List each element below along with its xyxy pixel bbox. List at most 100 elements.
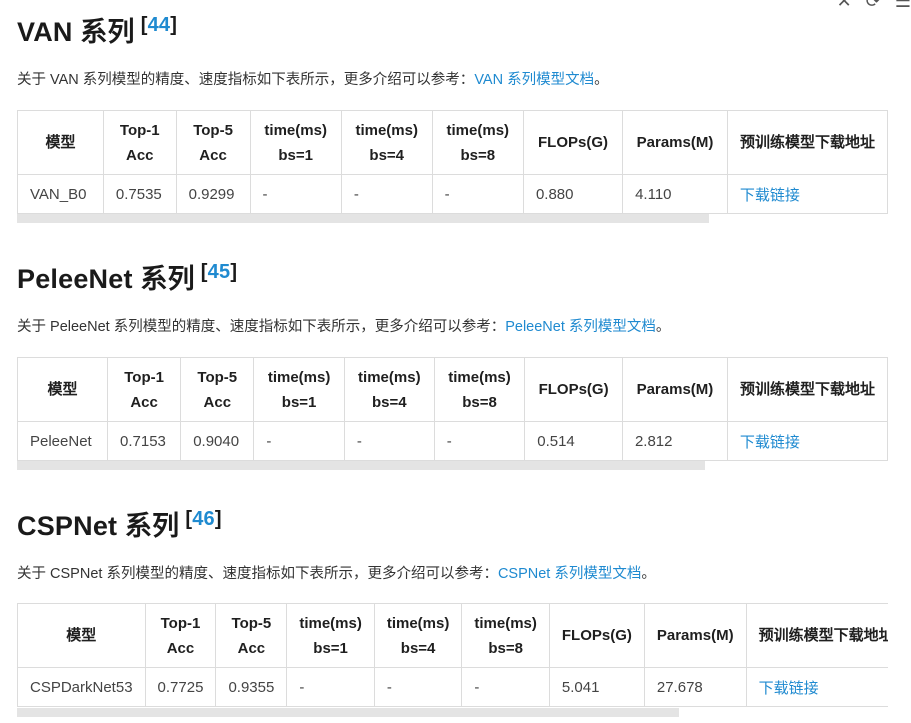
table-container: 模型 Top-1 Acc Top-5 Acc time(ms) bs=1 time(ms) bs… [17,357,888,461]
close-icon[interactable]: ✕ [837,0,852,11]
header-col-time-bs8: time(ms) bs=8 [461,603,550,668]
cell-col-params: 27.678 [643,667,747,707]
refresh-icon[interactable]: ⟳ [866,0,881,11]
desc-prefix: 关于 [17,566,51,582]
cell-col-time-bs8: - [461,667,550,707]
cell-col-params: 4.110 [622,174,728,214]
header-col-model: 模型 [17,357,108,422]
metrics-table: 模型 Top-1 Acc Top-5 Acc time(ms) bs=1 time(ms) bs… [17,357,888,461]
table-container: 模型 Top-1 Acc Top-5 Acc time(ms) bs=1 time(ms) bs… [17,603,888,707]
cell-col-top1: 0.7725 [144,667,217,707]
cell-col-top5: 0.9299 [175,174,251,214]
cell-col-model: PeleeNet [17,421,108,461]
section-title-text: PeleeNet 系列 [17,264,195,294]
cell-col-model: CSPDarkNet53 [17,667,146,707]
header-col-model: 模型 [17,603,146,668]
reference-link[interactable]: 46 [192,508,215,530]
desc-mid: 系列模型的精度、速度指标如下表所示，更多介绍可以参考： [78,72,475,88]
header-col-download: 预训练模型下载地址 [726,110,888,175]
header-col-top5: Top-5 Acc [180,357,255,422]
download-link[interactable]: 下载链接 [740,187,800,204]
header-col-flops: FLOPs(G) [548,603,645,668]
reference: [44] [140,14,178,36]
desc-suffix: 。 [655,319,671,335]
header-col-time-bs1: time(ms) bs=1 [286,603,375,668]
download-link[interactable]: 下载链接 [740,434,800,451]
section-van: VAN 系列 [44] [17,8,177,49]
doc-link[interactable]: VAN 系列模型文档 [474,72,594,88]
table-header-row: 模型 Top-1 Acc Top-5 Acc time(ms) bs=1 time(ms) bs… [17,357,888,422]
header-col-download: 预训练模型下载地址 [726,357,888,422]
section-description: 关于 CSPNet 系列模型的精度、速度指标如下表所示，更多介绍可以参考：CSP… [17,564,656,584]
menu-icon[interactable]: ☰ [895,0,911,11]
cell-col-time-bs1: - [249,174,342,214]
doc-link[interactable]: PeleeNet 系列模型文档 [505,319,656,335]
header-col-time-bs4: time(ms) bs=4 [373,603,463,668]
cell-col-model: VAN_B0 [17,174,104,214]
table-row: CSPDarkNet53 0.7725 0.9355- - -5.041 27.678 下载… [17,667,888,707]
header-col-top5: Top-5 Acc [175,110,251,175]
cell-col-top5: 0.9355 [215,667,288,707]
doc-link[interactable]: CSPNet 系列模型文档 [498,566,641,582]
header-col-time-bs8: time(ms) bs=8 [431,110,524,175]
cell-col-flops: 0.514 [524,421,623,461]
horizontal-scrollbar[interactable] [17,214,709,223]
cell-col-download[interactable]: 下载链接 [745,667,888,707]
header-col-flops: FLOPs(G) [522,110,624,175]
cell-col-flops: 5.041 [548,667,645,707]
cell-col-download[interactable]: 下载链接 [726,174,888,214]
reference-link[interactable]: 44 [148,14,171,36]
metrics-table: 模型 Top-1 Acc Top-5 Acc time(ms) bs=1 time(ms) bs… [17,110,888,214]
desc-suffix: 。 [594,72,609,88]
header-col-time-bs1: time(ms) bs=1 [253,357,345,422]
section-title-text: CSPNet 系列 [17,511,180,541]
desc-prefix: 关于 [17,319,51,335]
section-cspnet: CSPNet 系列 [46] [17,502,222,543]
header-col-top1: Top-1 Acc [106,357,182,422]
cell-col-top5: 0.9040 [180,421,255,461]
desc-model-name: PeleeNet [50,319,110,335]
section-title-text: VAN 系列 [17,17,135,47]
section-description: 关于 VAN 系列模型的精度、速度指标如下表所示，更多介绍可以参考：VAN 系列… [17,70,609,90]
table-row: PeleeNet 0.7153 0.9040- - -0.514 2.812 下载链接 [17,421,888,461]
header-col-download: 预训练模型下载地址 [745,603,888,668]
cell-col-time-bs4: - [343,421,435,461]
header-col-time-bs1: time(ms) bs=1 [249,110,342,175]
cell-col-top1: 0.7153 [106,421,182,461]
cell-col-flops: 0.880 [522,174,624,214]
download-link[interactable]: 下载链接 [759,680,819,697]
cell-col-download[interactable]: 下载链接 [726,421,888,461]
reference: [45] [200,261,238,283]
header-col-time-bs4: time(ms) bs=4 [340,110,433,175]
cell-col-time-bs4: - [340,174,433,214]
header-col-params: Params(M) [621,357,728,422]
desc-model-name: VAN [50,72,79,88]
metrics-table: 模型 Top-1 Acc Top-5 Acc time(ms) bs=1 time(ms) bs… [17,603,888,707]
section-title: VAN 系列 [44] [17,8,177,49]
header-col-time-bs8: time(ms) bs=8 [433,357,526,422]
cell-col-top1: 0.7535 [102,174,177,214]
header-col-flops: FLOPs(G) [524,357,623,422]
window-controls: ✕ ⟳ ☰ [837,0,911,11]
cell-col-time-bs4: - [373,667,463,707]
table-container: 模型 Top-1 Acc Top-5 Acc time(ms) bs=1 time(ms) bs… [17,110,888,214]
cell-col-time-bs8: - [433,421,526,461]
horizontal-scrollbar[interactable] [17,708,679,717]
cell-col-time-bs1: - [253,421,345,461]
cell-col-time-bs8: - [431,174,524,214]
desc-model-name: CSPNet [50,566,103,582]
desc-suffix: 。 [641,566,656,582]
header-col-time-bs4: time(ms) bs=4 [343,357,435,422]
header-col-top1: Top-1 Acc [102,110,177,175]
section-peleenet: PeleeNet 系列 [45] [17,255,237,296]
table-header-row: 模型 Top-1 Acc Top-5 Acc time(ms) bs=1 time(ms) bs… [17,603,888,668]
table-header-row: 模型 Top-1 Acc Top-5 Acc time(ms) bs=1 time(ms) bs… [17,110,888,175]
header-col-params: Params(M) [643,603,747,668]
cell-col-time-bs1: - [286,667,375,707]
reference-link[interactable]: 45 [208,261,231,283]
cell-col-params: 2.812 [621,421,728,461]
desc-mid: 系列模型的精度、速度指标如下表所示，更多介绍可以参考： [102,566,498,582]
horizontal-scrollbar[interactable] [17,461,705,470]
section-title: PeleeNet 系列 [45] [17,255,237,296]
table-row: VAN_B0 0.7535 0.9299- - -0.880 4.110 下载链接 [17,174,888,214]
